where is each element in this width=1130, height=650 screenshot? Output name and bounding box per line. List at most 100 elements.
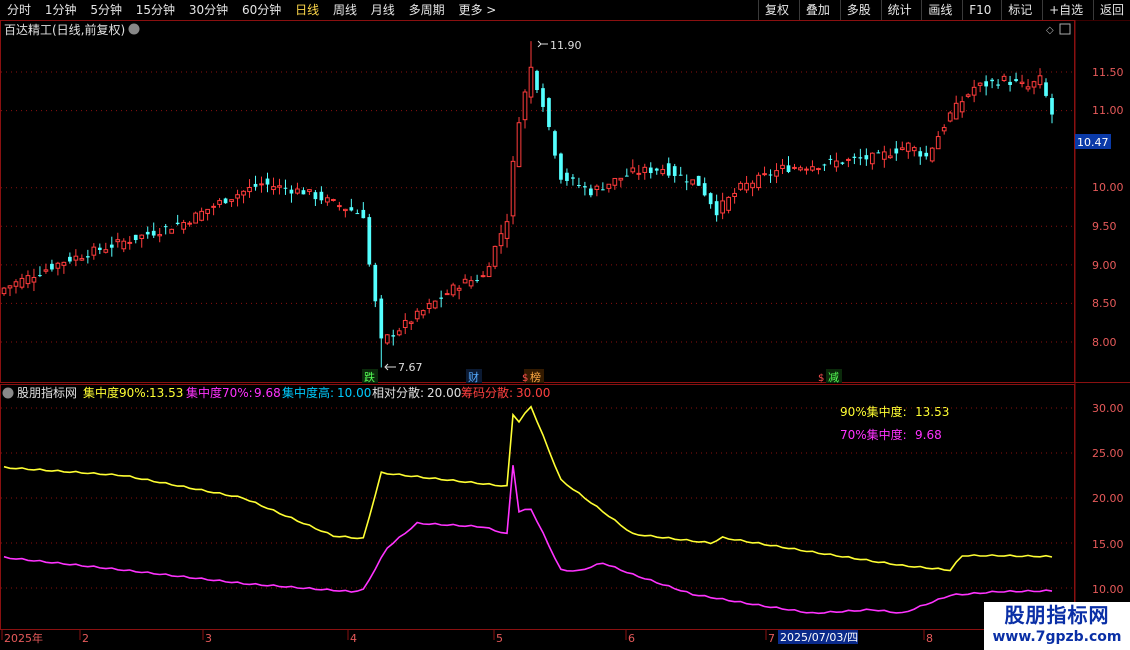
legend-90-label: 90%集中度:	[840, 404, 907, 419]
candle-body	[708, 193, 713, 205]
candle-body	[265, 178, 270, 185]
back-button[interactable]: 返回	[1092, 0, 1130, 20]
event-tag-list[interactable]: 榜	[530, 370, 541, 384]
candle-body	[97, 247, 102, 250]
low-marker: 7.67	[384, 361, 423, 374]
candle-body	[121, 240, 127, 250]
candle-body	[618, 177, 624, 181]
y-tick: 11.50	[1092, 66, 1124, 79]
candle-body	[977, 82, 983, 86]
restore-rights-button[interactable]: 复权	[758, 0, 795, 20]
legend-70-value: 9.68	[915, 428, 942, 442]
candle-body	[672, 166, 677, 176]
tab-weekly[interactable]: 周线	[328, 0, 362, 20]
candle-body	[223, 198, 228, 204]
indicator-value-70: 9.68	[254, 386, 281, 400]
candle-body	[289, 189, 294, 194]
indicator-dropdown-icon[interactable]	[2, 387, 14, 399]
watermark: 股朋指标网 www.7gpzb.com	[984, 602, 1130, 650]
tab-5min[interactable]: 5分钟	[85, 0, 127, 20]
statistics-button[interactable]: 统计	[880, 0, 918, 20]
indicator-header: 股朋指标网 集中度90%: 13.53 集中度70%: 9.68 集中度高: 1…	[2, 385, 550, 400]
x-axis: 2025年 2 3 4 5 6 7 2025/07/03/四 8	[1, 629, 933, 645]
candle-body	[720, 200, 725, 214]
candle-body	[887, 155, 893, 159]
x-tick: 3	[205, 632, 212, 645]
candle-body	[547, 98, 551, 128]
y-tick: 11.00	[1092, 104, 1124, 117]
candle-body	[391, 335, 396, 337]
tab-15min[interactable]: 15分钟	[131, 0, 180, 20]
add-watchlist-button[interactable]: +自选	[1042, 0, 1089, 20]
tab-more[interactable]: 更多 >	[453, 0, 501, 20]
candle-body	[594, 185, 600, 190]
chart-canvas[interactable]: 百达精工(日线,前复权) ◇ 11.50 11.00 10.00 9.50 9.…	[0, 20, 1130, 650]
candle-body	[535, 70, 539, 91]
tab-fenshi[interactable]: 分时	[2, 0, 36, 20]
tab-daily[interactable]: 日线	[290, 0, 324, 20]
tab-multi-period[interactable]: 多周期	[404, 0, 450, 20]
diamond-icon[interactable]: ◇	[1046, 25, 1054, 36]
candle-body	[247, 187, 252, 193]
multi-stock-button[interactable]: 多股	[839, 0, 877, 20]
candle-body	[990, 79, 994, 82]
candle-body	[522, 91, 528, 121]
candle-body	[924, 152, 929, 157]
candle-body	[331, 198, 336, 201]
candle-body	[157, 234, 163, 237]
candle-body	[193, 212, 198, 224]
candle-body	[941, 127, 947, 132]
candle-body	[271, 186, 276, 191]
candle-body	[7, 285, 13, 289]
candle-body	[1, 287, 7, 295]
tab-1min[interactable]: 1分钟	[40, 0, 82, 20]
candle-body	[43, 269, 49, 272]
candle-body	[259, 183, 264, 186]
indicator-legend: 90%集中度: 13.53 70%集中度: 9.68	[840, 404, 949, 442]
candle-body	[456, 287, 462, 291]
candle-body	[103, 249, 109, 253]
y-tick: 8.50	[1092, 297, 1117, 310]
y-tick: 10.00	[1092, 583, 1124, 596]
candle-body	[139, 234, 145, 239]
tab-60min[interactable]: 60分钟	[237, 0, 286, 20]
candle-body	[163, 226, 168, 228]
candle-body	[379, 298, 384, 339]
candle-body	[235, 194, 240, 199]
overlay-button[interactable]: 叠加	[798, 0, 836, 20]
title-dropdown-icon[interactable]	[128, 23, 140, 35]
candle-body	[492, 245, 498, 267]
candle-body	[361, 209, 366, 219]
tab-monthly[interactable]: 月线	[366, 0, 400, 20]
candle-body	[984, 81, 988, 87]
candle-body	[349, 207, 354, 211]
candle-body	[444, 293, 450, 296]
y-tick: 10.00	[1092, 181, 1124, 194]
tab-30min[interactable]: 30分钟	[184, 0, 233, 20]
candle-body	[295, 188, 300, 194]
candle-body	[498, 233, 504, 247]
f10-button[interactable]: F10	[962, 0, 997, 20]
candle-body	[571, 177, 575, 179]
event-tag-reduce[interactable]: 减	[828, 371, 839, 384]
candle-body	[905, 142, 911, 152]
candle-body	[187, 222, 192, 225]
candle-body	[660, 169, 666, 175]
draw-line-button[interactable]: 画线	[921, 0, 958, 20]
event-tag-fall[interactable]: 跌	[364, 370, 375, 384]
candle-body	[85, 256, 90, 258]
event-tag-finance[interactable]: 财	[468, 370, 479, 384]
candle-body	[1008, 81, 1012, 85]
indicator-value-relative: 20.00	[427, 386, 461, 400]
candle-body	[337, 205, 342, 208]
mark-button[interactable]: 标记	[1001, 0, 1038, 20]
candle-body	[1025, 86, 1031, 90]
legend-70-label: 70%集中度:	[840, 427, 907, 442]
candle-body	[475, 280, 479, 282]
candle-body	[869, 152, 875, 165]
candle-body	[199, 210, 204, 221]
candle-body	[541, 88, 545, 107]
panel-toggle-icon[interactable]	[1059, 23, 1071, 35]
candle-body	[373, 264, 378, 302]
stock-title: 百达精工(日线,前复权)	[4, 22, 125, 37]
